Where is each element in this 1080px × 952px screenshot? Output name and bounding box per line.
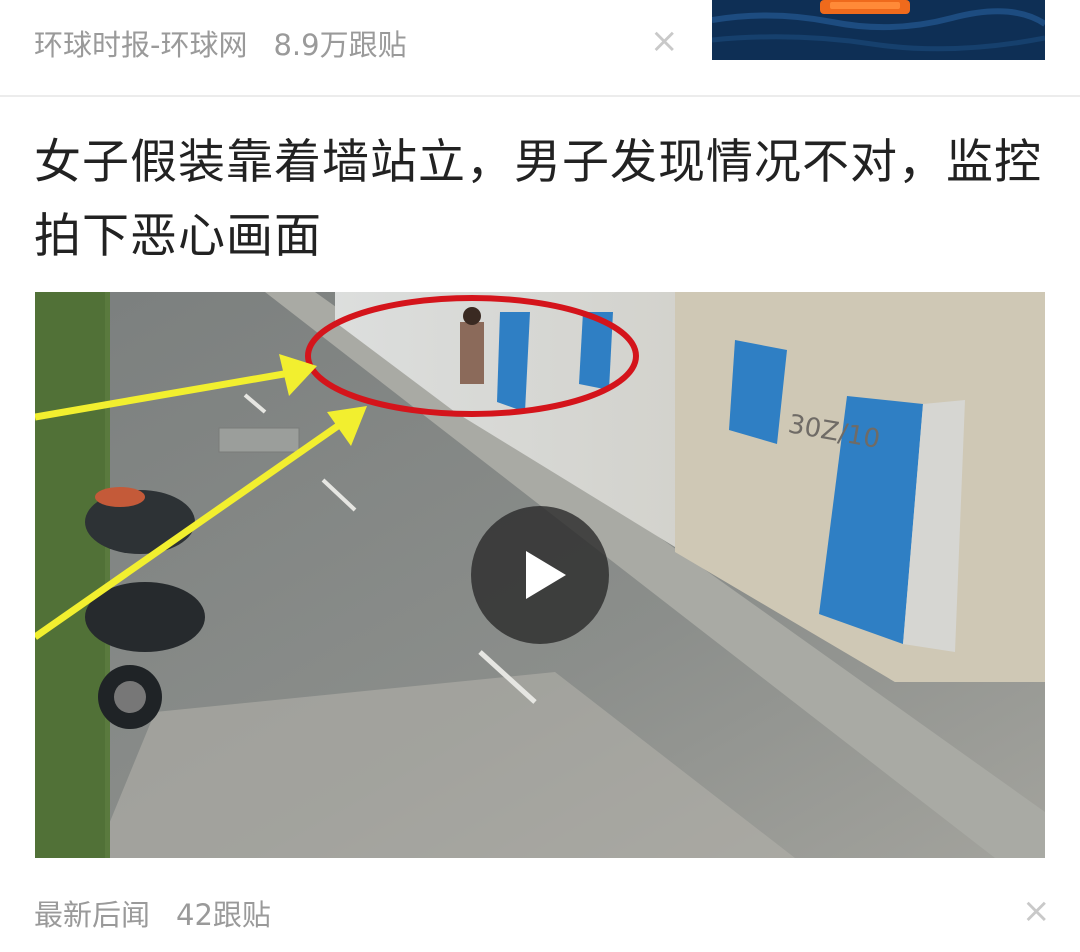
play-button[interactable] [471,506,609,644]
play-icon [526,551,566,599]
top-card-comment-count[interactable]: 8.9万跟贴 [273,22,406,64]
blue-window [729,340,787,444]
close-icon[interactable]: × [1022,894,1051,928]
article-source: 最新后闻 [34,898,151,932]
card-divider [0,95,1080,97]
top-card-thumbnail[interactable] [712,0,1045,60]
article-comment-count[interactable]: 42跟贴 [176,892,271,934]
sea-rescue-image [712,0,1045,60]
top-card-source: 环球时报-环球网 [34,28,248,62]
video-thumbnail[interactable]: 30Z/10 [35,292,1045,858]
close-icon[interactable]: × [650,24,679,58]
article-meta: 最新后闻 42跟贴 [34,892,271,934]
person [460,322,484,384]
blue-door-far [497,312,530,412]
top-card-meta: 环球时报-环球网 8.9万跟贴 [34,22,407,64]
article-title[interactable]: 女子假装靠着墙站立，男子发现情况不对，监控拍下恶心画面 [34,126,1044,274]
